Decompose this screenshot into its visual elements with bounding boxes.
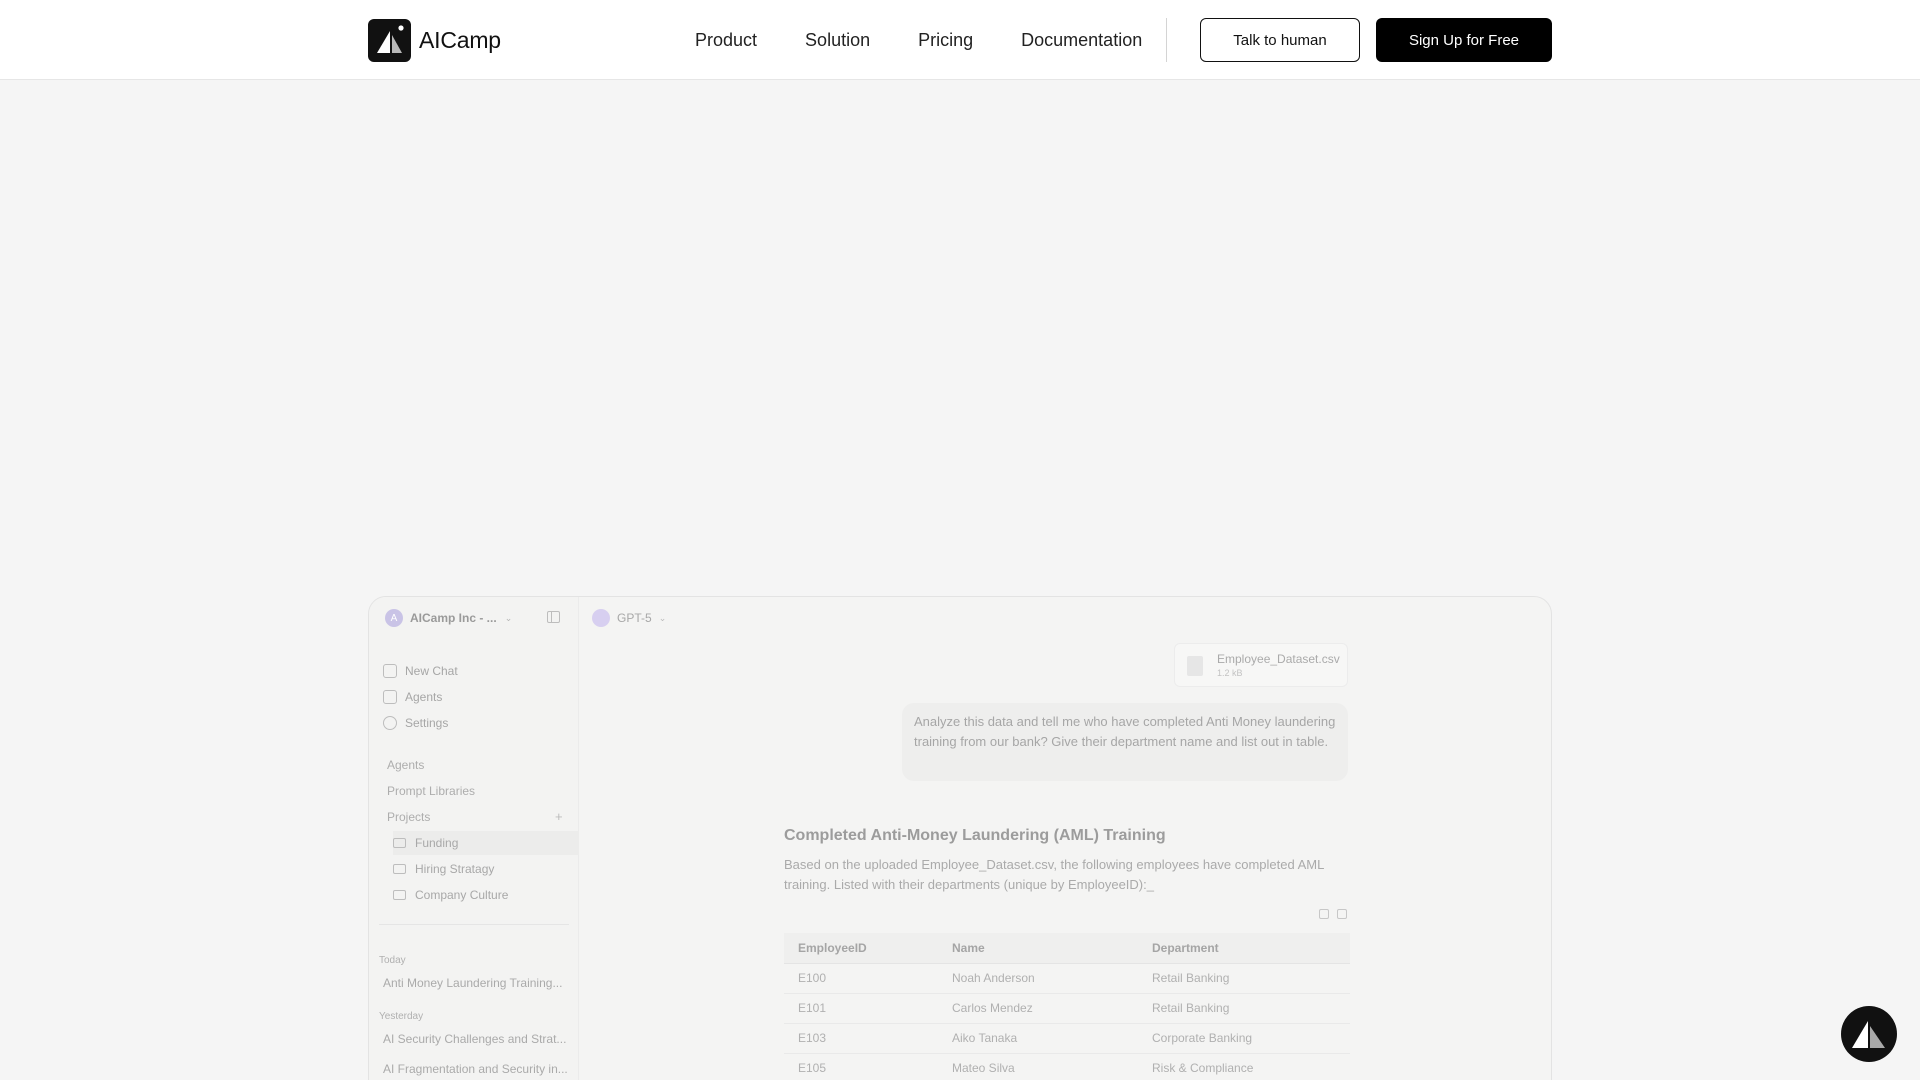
section-agents[interactable]: Agents [387,758,424,772]
nav-divider [1166,18,1167,62]
folder-icon [393,890,406,900]
file-size: 1.2 kB [1217,668,1243,678]
table-cell: E101 [784,993,938,1024]
top-navbar: AICamp Product Solution Pricing Document… [0,0,1920,80]
column-header: Department [1138,933,1350,964]
table-row: E105 Mateo Silva Risk & Compliance [784,1053,1350,1080]
user-message: Analyze this data and tell me who have c… [902,703,1348,781]
table-cell: E100 [784,963,938,994]
table-cell: Risk & Compliance [1138,1053,1350,1080]
nav-solution[interactable]: Solution [805,30,870,51]
gear-icon [383,716,397,730]
workspace-switcher[interactable]: A AICamp Inc - ... ⌄ [385,609,512,627]
project-label: Funding [415,836,459,850]
model-icon [592,609,610,627]
brand-logo-link[interactable]: AICamp [368,19,501,62]
folder-icon [393,864,406,874]
results-table: EmployeeID Name Department E100 Noah And… [784,933,1350,1080]
table-row: E101 Carlos Mendez Retail Banking [784,993,1350,1024]
menu-label: Agents [405,690,443,704]
model-selector[interactable]: GPT-5 ⌄ [592,609,666,627]
aicamp-logo-icon [368,19,411,62]
table-cell: Carlos Mendez [938,993,1138,1024]
table-cell: Noah Anderson [938,963,1138,994]
history-item[interactable]: Anti Money Laundering Training... [383,976,569,990]
section-prompt-libraries[interactable]: Prompt Libraries [387,784,475,798]
project-hiring-strategy[interactable]: Hiring Stratagy [393,857,579,881]
brand-name: AICamp [419,27,501,53]
answer-title: Completed Anti-Money Laundering (AML) Tr… [784,827,1166,844]
preview-chat-area: GPT-5 ⌄ Employee_Dataset.csv 1.2 kB Anal… [580,597,1551,1080]
model-name: GPT-5 [617,611,652,625]
answer-body: Based on the uploaded Employee_Dataset.c… [784,857,1324,892]
app-preview: A AICamp Inc - ... ⌄ New Chat Agents Set… [368,596,1552,1080]
table-cell: Corporate Banking [1138,1023,1350,1054]
preview-sidebar: A AICamp Inc - ... ⌄ New Chat Agents Set… [369,597,579,1080]
main-nav: Product Solution Pricing Documentation [695,0,1142,80]
table-cell: Mateo Silva [938,1053,1138,1080]
history-today-label: Today [379,955,406,966]
project-label: Company Culture [415,888,509,902]
chat-widget-button[interactable] [1841,1006,1897,1062]
nav-pricing[interactable]: Pricing [918,30,973,51]
table-cell: Retail Banking [1138,993,1350,1024]
column-header: EmployeeID [784,933,938,964]
sidebar-collapse-icon[interactable] [547,611,560,623]
table-cell: E103 [784,1023,938,1054]
table-cell: E105 [784,1053,938,1080]
table-row: E100 Noah Anderson Retail Banking [784,963,1350,994]
menu-label: New Chat [405,664,458,678]
attached-file[interactable]: Employee_Dataset.csv 1.2 kB [1174,643,1348,687]
column-header: Name [938,933,1138,964]
chevron-down-icon: ⌄ [658,612,667,623]
copy-icon[interactable] [1319,909,1329,919]
history-yesterday-label: Yesterday [379,1011,424,1022]
menu-new-chat[interactable]: New Chat [383,664,458,678]
file-name: Employee_Dataset.csv [1217,652,1340,666]
file-icon [1187,656,1203,676]
sign-up-button[interactable]: Sign Up for Free [1376,18,1552,62]
download-icon[interactable] [1337,909,1347,919]
table-row: E103 Aiko Tanaka Corporate Banking [784,1023,1350,1054]
nav-documentation[interactable]: Documentation [1021,30,1142,51]
sidebar-divider [379,924,569,925]
folder-icon [393,838,406,848]
table-actions [1311,909,1347,919]
project-company-culture[interactable]: Company Culture [393,883,579,907]
menu-settings[interactable]: Settings [383,716,448,730]
section-projects[interactable]: Projects [387,810,430,824]
nav-product[interactable]: Product [695,30,757,51]
menu-label: Settings [405,716,449,730]
table-cell: Aiko Tanaka [938,1023,1138,1054]
workspace-avatar: A [385,609,403,627]
history-item[interactable]: AI Security Challenges and Strat... [383,1032,569,1046]
new-chat-icon [383,664,397,678]
talk-to-human-button[interactable]: Talk to human [1200,18,1360,62]
table-header-row: EmployeeID Name Department [784,933,1350,964]
add-project-icon[interactable]: + [555,809,563,824]
chevron-down-icon: ⌄ [504,612,513,623]
robot-icon [383,690,397,704]
workspace-name: AICamp Inc - ... [410,611,497,625]
aicamp-logo-icon [1852,1021,1885,1048]
project-funding[interactable]: Funding [393,831,579,855]
history-item[interactable]: AI Fragmentation and Security in... [383,1062,569,1076]
project-label: Hiring Stratagy [415,862,495,876]
menu-agents[interactable]: Agents [383,690,442,704]
table-cell: Retail Banking [1138,963,1350,994]
